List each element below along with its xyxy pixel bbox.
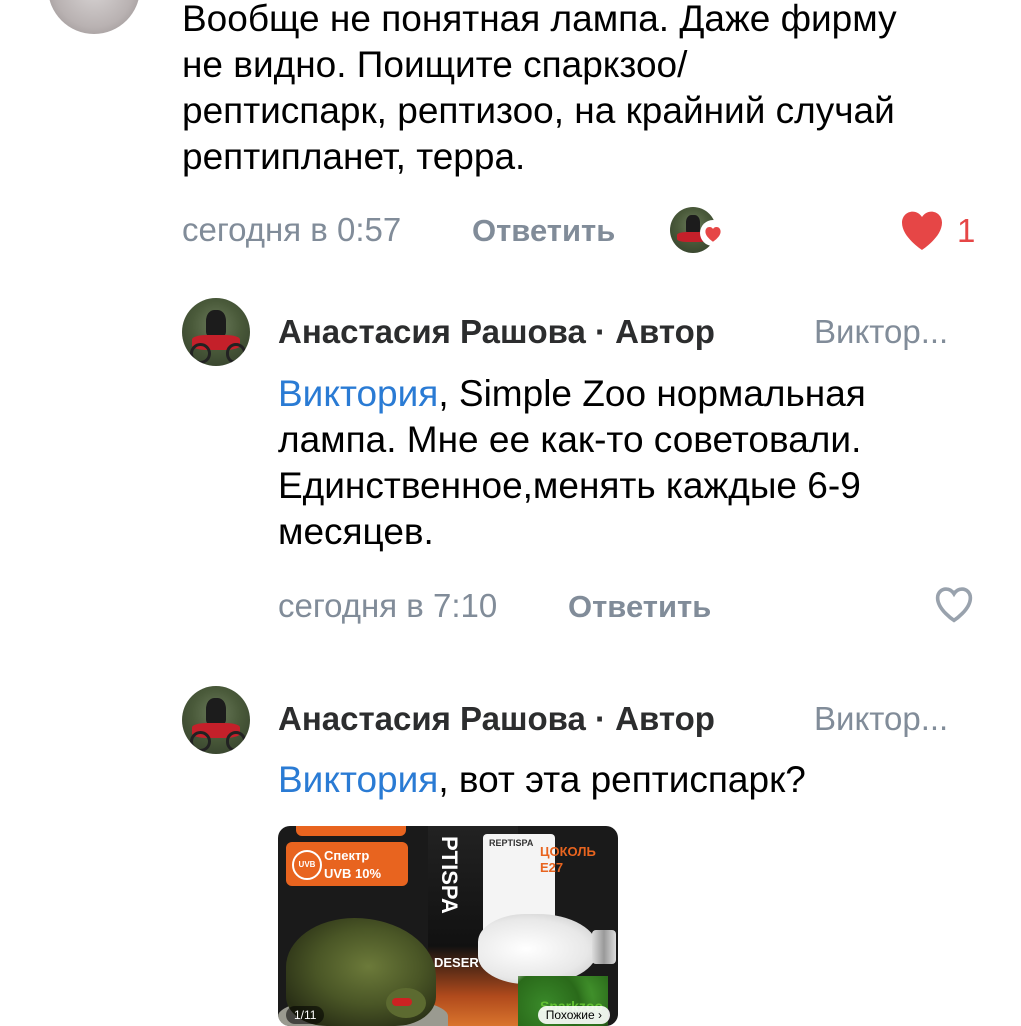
like-heart-icon[interactable] — [932, 584, 976, 624]
author-name[interactable]: Анастасия Рашова · Автор — [278, 700, 715, 738]
similar-button[interactable]: Похожие › — [537, 1006, 610, 1024]
like-heart-icon[interactable] — [898, 208, 946, 252]
uvb-icon: UVB — [292, 850, 322, 880]
comment-text: Виктория, вот эта рептиспарк? — [278, 757, 978, 803]
lamp-socket — [592, 930, 616, 964]
comment-timestamp: сегодня в 7:10 — [278, 587, 498, 624]
lamp-bulb — [478, 914, 598, 984]
socket-label-1: ЦОКОЛЬ — [540, 844, 596, 859]
comment-text: Виктория, Simple Zoo нормальная лампа. М… — [278, 371, 978, 555]
uvb-badge: UVB Спектр UVB 10% — [286, 842, 408, 886]
like-count: 1 — [957, 212, 976, 249]
comment-timestamp: сегодня в 0:57 — [182, 211, 402, 248]
badge-line1: Спектр — [324, 848, 370, 863]
reply-to-name[interactable]: Виктор... — [814, 700, 948, 738]
reply-button[interactable]: Ответить — [472, 213, 615, 249]
badge-tab — [296, 826, 406, 836]
box-brand: PTISPA — [437, 836, 462, 914]
pack-text: REPTISPA — [489, 838, 534, 848]
image-counter: 1/11 — [286, 1006, 325, 1024]
comment-body: , вот эта рептиспарк? — [438, 759, 806, 800]
socket-label: ЦОКОЛЬ E27 — [540, 844, 596, 876]
liker-heart-icon — [700, 220, 726, 246]
socket-label-2: E27 — [540, 860, 564, 875]
author-name[interactable]: Анастасия Рашова · Автор — [278, 313, 715, 351]
avatar[interactable] — [48, 0, 140, 34]
badge-line2: UVB 10% — [324, 866, 382, 881]
attached-product-image[interactable]: UVB Спектр UVB 10% PTISPA DESERT REPTISP… — [278, 826, 618, 1026]
reply-button[interactable]: Ответить — [568, 589, 711, 625]
comment-text: Вообще не понятная лампа. Даже фирму не … — [182, 0, 897, 177]
avatar[interactable] — [182, 298, 250, 366]
mention-link[interactable]: Виктория — [278, 373, 438, 414]
mention-link[interactable]: Виктория — [278, 759, 438, 800]
reply-to-name[interactable]: Виктор... — [814, 313, 948, 351]
turtle-head — [386, 988, 426, 1018]
avatar[interactable] — [182, 686, 250, 754]
